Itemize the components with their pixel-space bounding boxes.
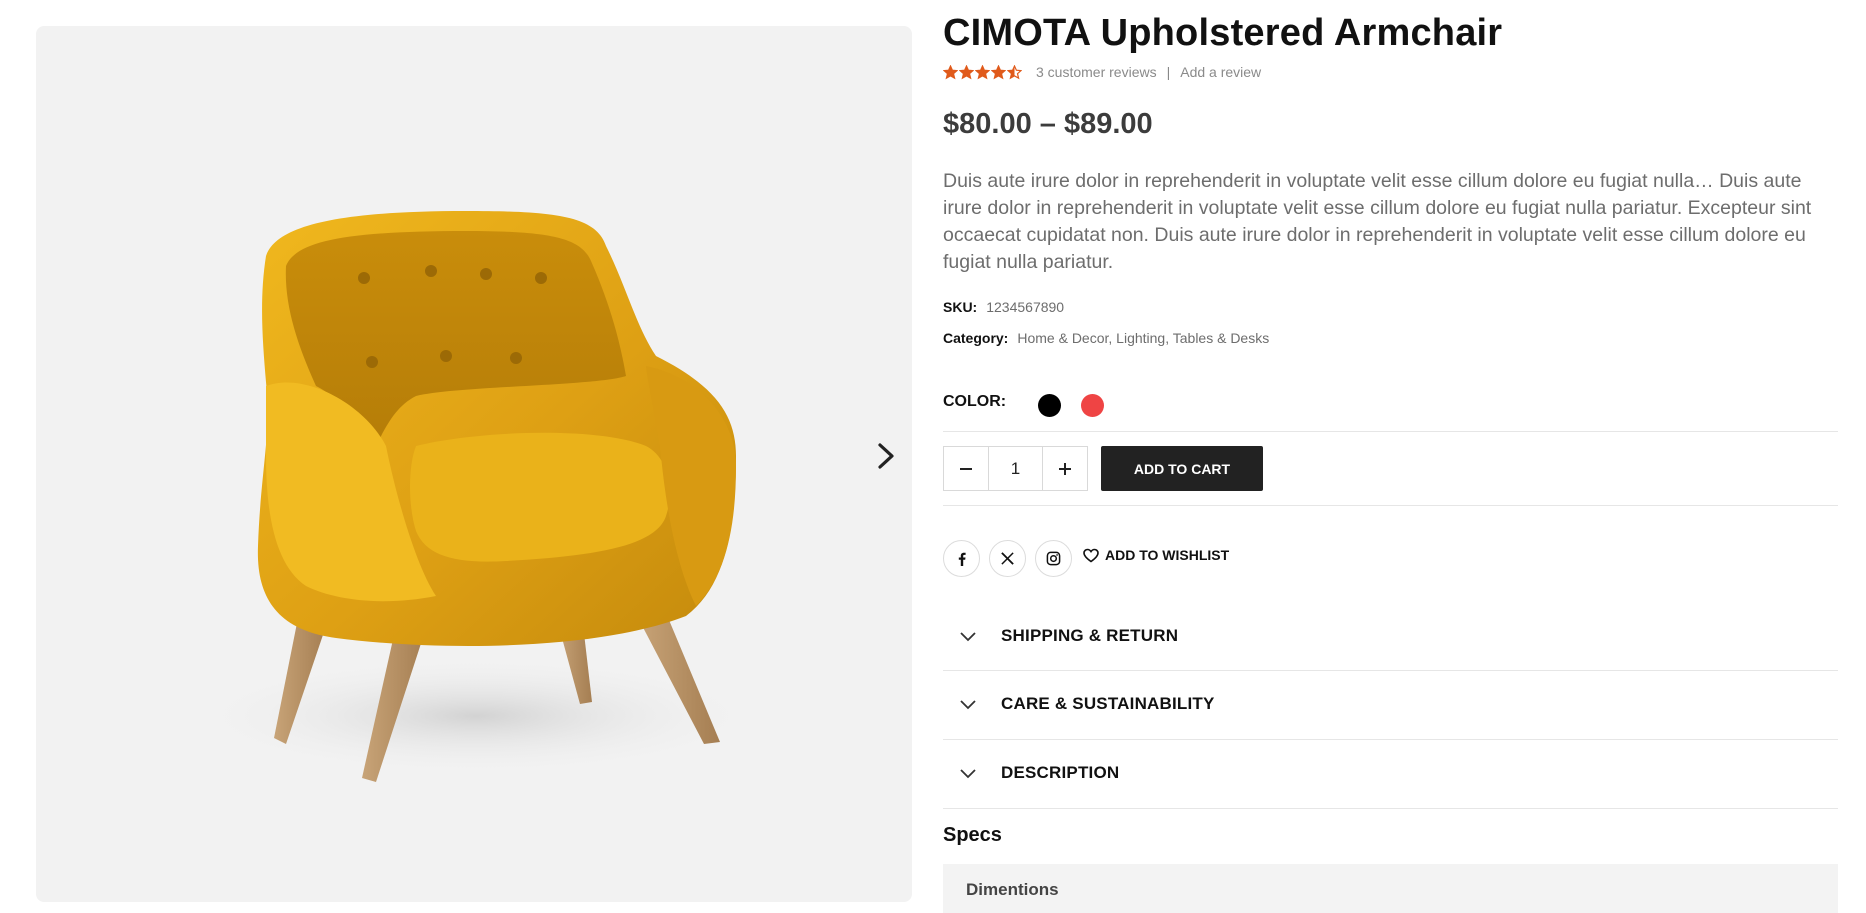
rating-row: 3 customer reviews | Add a review <box>943 64 1261 80</box>
share-x-button[interactable] <box>989 540 1026 577</box>
accordion-care-sustainability[interactable]: CARE & SUSTAINABILITY <box>943 670 1838 738</box>
star-icon <box>943 64 958 79</box>
quantity-stepper: 1 <box>943 446 1088 491</box>
quantity-input[interactable]: 1 <box>988 447 1043 490</box>
add-to-cart-button[interactable]: ADD TO CART <box>1101 446 1263 491</box>
color-swatch-red[interactable] <box>1081 394 1105 417</box>
color-swatch-black[interactable] <box>1038 394 1062 417</box>
color-label: COLOR: <box>943 392 1007 410</box>
share-instagram-button[interactable] <box>1035 540 1072 577</box>
product-title: CIMOTA Upholstered Armchair <box>943 12 1503 54</box>
divider <box>943 808 1838 809</box>
chevron-down-icon <box>959 768 983 779</box>
add-review-link[interactable]: Add a review <box>1180 64 1261 80</box>
star-rating <box>943 64 1022 80</box>
x-twitter-icon <box>1001 552 1014 565</box>
separator: | <box>1166 64 1171 80</box>
specs-row: Dimentions <box>943 864 1838 913</box>
sku-value: 1234567890 <box>986 299 1065 315</box>
reviews-link[interactable]: 3 customer reviews <box>1036 64 1157 80</box>
minus-icon <box>960 467 973 470</box>
star-icon <box>959 64 974 79</box>
product-description: Duis aute irure dolor in reprehenderit i… <box>943 170 1812 273</box>
category-label: Category: <box>943 330 1009 346</box>
add-to-wishlist-button[interactable]: ADD TO WISHLIST <box>1083 547 1229 563</box>
chevron-down-icon <box>959 631 983 642</box>
accordion-label: DESCRIPTION <box>1001 763 1120 782</box>
sku-label: SKU: <box>943 299 978 315</box>
category-links[interactable]: Home & Decor, Lighting, Tables & Desks <box>1017 330 1269 346</box>
quantity-increase-button[interactable] <box>1043 447 1087 490</box>
sku-row: SKU: 1234567890 <box>943 299 1064 315</box>
chevron-right-icon <box>878 443 894 469</box>
product-gallery <box>36 26 912 902</box>
divider <box>943 505 1838 506</box>
accordion-label: SHIPPING & RETURN <box>1001 626 1179 645</box>
color-selector: COLOR: <box>943 386 1105 417</box>
product-image <box>186 211 766 782</box>
accordion-label: CARE & SUSTAINABILITY <box>1001 694 1215 713</box>
star-icon <box>975 64 990 79</box>
accordion-shipping-return[interactable]: SHIPPING & RETURN <box>943 602 1838 670</box>
star-icon <box>1007 64 1022 79</box>
quantity-decrease-button[interactable] <box>944 447 988 490</box>
plus-icon <box>1058 462 1071 475</box>
specs-heading: Specs <box>943 824 1002 846</box>
product-price: $80.00 – $89.00 <box>943 108 1153 140</box>
star-icon <box>991 64 1006 79</box>
chevron-down-icon <box>959 699 983 710</box>
divider <box>943 431 1838 432</box>
share-facebook-button[interactable] <box>943 540 980 577</box>
instagram-icon <box>1046 551 1061 566</box>
facebook-icon <box>958 552 966 566</box>
category-row: Category: Home & Decor, Lighting, Tables… <box>943 330 1269 346</box>
gallery-next-button[interactable] <box>868 438 904 474</box>
heart-icon <box>1083 548 1099 562</box>
wishlist-label: ADD TO WISHLIST <box>1105 547 1230 563</box>
specs-row-label: Dimentions <box>966 880 1059 899</box>
accordion-description[interactable]: DESCRIPTION <box>943 739 1838 807</box>
